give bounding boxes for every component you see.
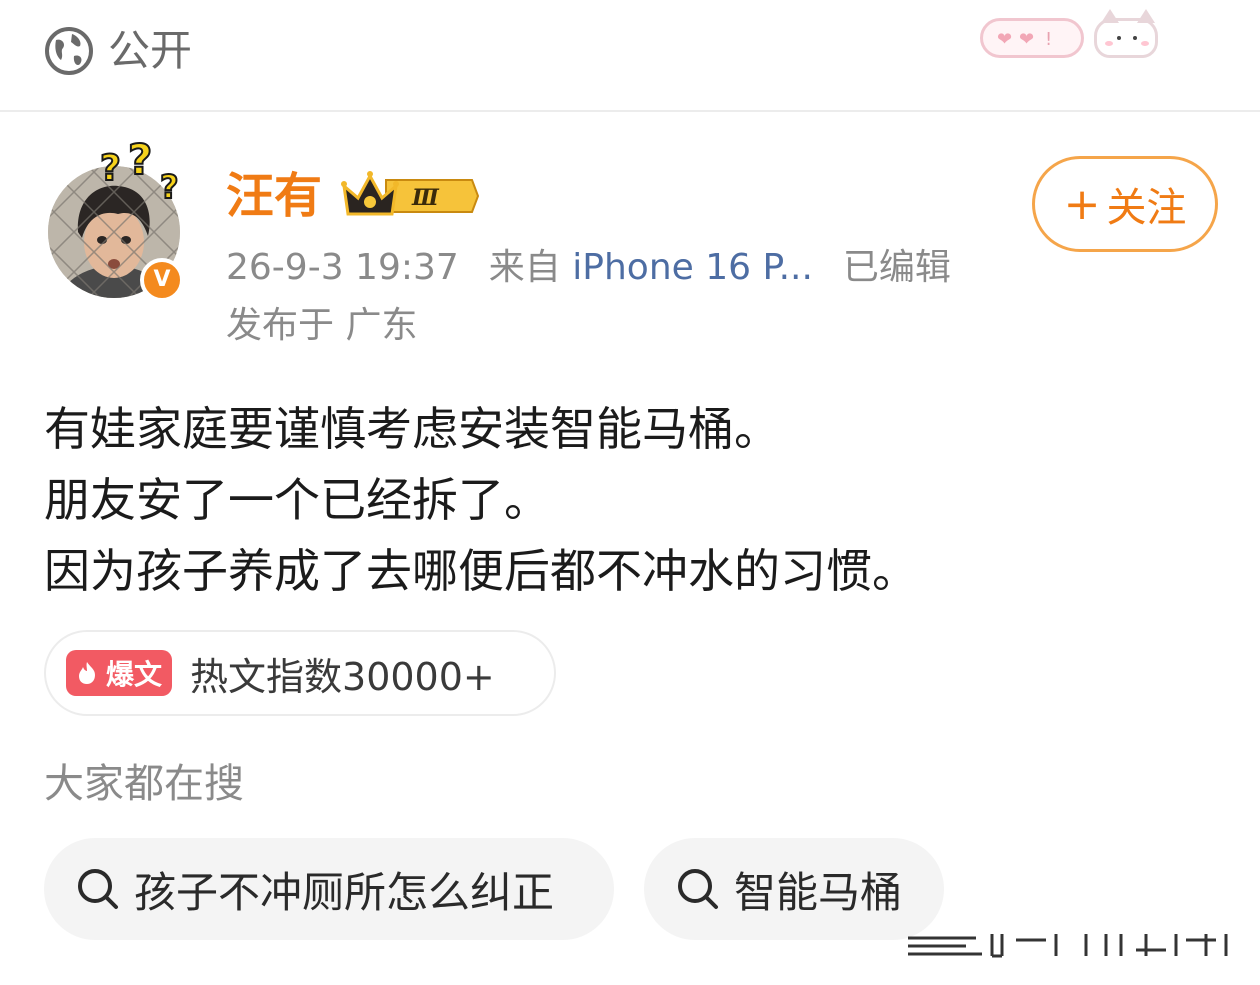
search-icon — [678, 869, 718, 909]
trending-search-title: 大家都在搜 — [44, 761, 244, 807]
hot-index-pill[interactable]: 爆文 热文指数30000+ — [44, 630, 556, 716]
plus-icon: + — [1063, 178, 1101, 230]
search-chip[interactable]: 智能马桶 — [644, 838, 944, 940]
visibility-indicator[interactable]: 公开 — [44, 26, 192, 76]
username[interactable]: 汪有 — [226, 172, 322, 220]
hot-index-text: 热文指数30000+ — [190, 654, 495, 699]
post-line: 有娃家庭要谨慎考虑安装智能马桶。 — [44, 402, 780, 456]
hot-tag: 爆文 — [66, 650, 173, 696]
crown-level-icon: Ⅲ — [341, 171, 480, 216]
level-text: Ⅲ — [411, 185, 440, 211]
top-bar: 公开 ❤ ❤! — [0, 0, 1260, 112]
search-icon — [78, 869, 118, 909]
search-chip-label: 孩子不冲厕所怎么纠正 — [134, 867, 555, 917]
source-prefix: 来自 — [488, 247, 561, 288]
watermark-mark — [908, 934, 1228, 958]
visibility-label: 公开 — [108, 26, 193, 75]
svg-text:?: ? — [128, 140, 152, 184]
post-location: 发布于 广东 — [226, 305, 418, 346]
svg-text:?: ? — [100, 148, 121, 189]
post-line: 因为孩子养成了去哪便后都不冲水的习惯。 — [44, 544, 918, 598]
post-source-device[interactable]: iPhone 16 P... — [572, 247, 813, 288]
globe-icon — [45, 27, 93, 75]
hearts-sticker: ❤ ❤! — [980, 18, 1084, 58]
verified-badge: V — [140, 258, 184, 302]
search-chip[interactable]: 孩子不冲厕所怎么纠正 — [44, 838, 614, 940]
post-line: 朋友安了一个已经拆了。 — [44, 473, 550, 527]
search-chip-label: 智能马桶 — [734, 867, 903, 917]
flame-icon — [79, 662, 95, 684]
hot-tag-label: 爆文 — [106, 658, 163, 691]
question-marks-decoration: ? ? ? — [99, 140, 180, 207]
edited-label[interactable]: 已编辑 — [843, 247, 951, 288]
cat-sticker — [1094, 9, 1158, 58]
post-meta: 26-9-3 19:37 来自 iPhone 16 P... 已编辑 — [226, 250, 951, 286]
post-content[interactable]: 有娃家庭要谨慎考虑安装智能马桶。 朋友安了一个已经拆了。 因为孩子养成了去哪便后… — [44, 394, 1224, 607]
follow-button[interactable]: + 关注 — [1032, 156, 1218, 252]
follow-label: 关注 — [1106, 185, 1187, 231]
post-timestamp: 26-9-3 19:37 — [226, 247, 459, 288]
svg-text:?: ? — [160, 168, 179, 206]
